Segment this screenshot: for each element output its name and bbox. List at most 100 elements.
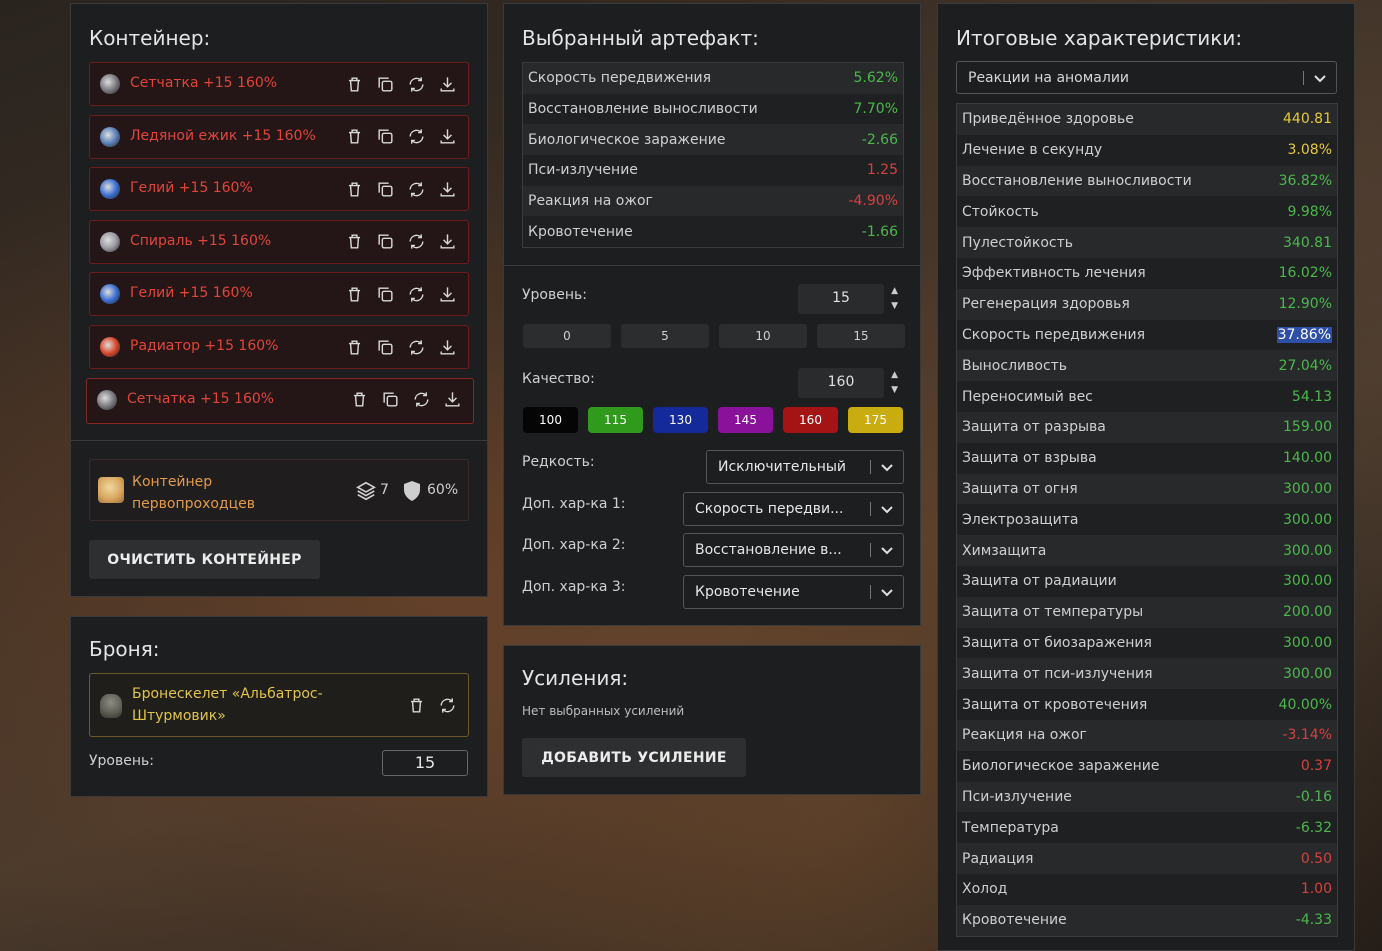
level-stepper[interactable]: 15 ▲ ▼ <box>798 284 898 314</box>
delete-icon[interactable] <box>343 283 365 305</box>
stat-value: 37.86% <box>1276 326 1332 343</box>
refresh-icon[interactable] <box>436 694 458 716</box>
quality-stepper[interactable]: 160 ▲ ▼ <box>798 368 898 398</box>
container-item[interactable]: Сетчатка +15 160% <box>86 377 474 424</box>
stepper-arrows-icon[interactable]: ▲ ▼ <box>891 368 898 398</box>
stat-value: 0.50 <box>1300 850 1332 867</box>
copy-icon[interactable] <box>374 178 396 200</box>
stepper-arrows-icon[interactable]: ▲ ▼ <box>891 284 898 314</box>
rarity-select[interactable]: Исключительный <box>706 450 904 484</box>
stat-value: 300.00 <box>1283 634 1332 651</box>
delete-icon[interactable] <box>348 389 370 411</box>
download-icon[interactable] <box>436 283 458 305</box>
delete-icon[interactable] <box>343 126 365 148</box>
armor-name: Бронескелет «Альбатрос-Штурмовик» <box>132 686 323 724</box>
extra3-select-value: Кровотечение <box>695 584 800 600</box>
refresh-icon[interactable] <box>405 283 427 305</box>
container-item-name: Радиатор +15 160% <box>130 338 279 354</box>
select-separator <box>1303 71 1304 85</box>
extra1-label: Доп. хар-ка 1: <box>522 496 626 512</box>
container-name: Контейнер первопроходцев <box>132 474 255 512</box>
refresh-icon[interactable] <box>405 73 427 95</box>
level-preset-button[interactable]: 15 <box>817 324 905 348</box>
container-title: Контейнер: <box>89 26 211 50</box>
select-separator <box>870 543 871 557</box>
refresh-icon[interactable] <box>405 126 427 148</box>
refresh-icon[interactable] <box>405 336 427 358</box>
armor-level-input[interactable]: 15 <box>382 750 468 776</box>
refresh-icon[interactable] <box>410 389 432 411</box>
delete-icon[interactable] <box>343 73 365 95</box>
stat-label: Защита от радиации <box>962 573 1117 590</box>
stat-value: 340.81 <box>1283 234 1332 251</box>
level-preset-button[interactable]: 0 <box>523 324 611 348</box>
stat-label: Эффективность лечения <box>962 265 1146 282</box>
extra3-select[interactable]: Кровотечение <box>683 575 904 609</box>
container-item[interactable]: Гелий +15 160% <box>89 167 469 212</box>
stat-label: Скорость передвижения <box>962 326 1145 343</box>
download-icon[interactable] <box>441 389 463 411</box>
stat-row: Стойкость 9.98% <box>957 196 1337 228</box>
quality-preset-button[interactable]: 100 <box>523 407 578 433</box>
container-item[interactable]: Ледяной ежик +15 160% <box>89 114 469 159</box>
quality-preset-button[interactable]: 130 <box>653 407 708 433</box>
container-item[interactable]: Радиатор +15 160% <box>89 325 469 369</box>
armor-item[interactable]: Бронескелет «Альбатрос-Штурмовик» <box>89 673 469 737</box>
totals-stats-table: Приведённое здоровье 440.81 Лечение в секу… <box>956 103 1338 937</box>
container-item[interactable]: Гелий +15 160% <box>89 272 469 317</box>
level-label: Уровень: <box>522 287 587 303</box>
download-icon[interactable] <box>436 231 458 253</box>
stat-row: Защита от биозаражения 300.00 <box>957 627 1337 659</box>
copy-icon[interactable] <box>374 336 396 358</box>
delete-icon[interactable] <box>405 694 427 716</box>
spiral-icon <box>100 231 120 252</box>
copy-icon[interactable] <box>374 231 396 253</box>
container-item[interactable]: Спираль +15 160% <box>89 219 469 264</box>
totals-filter-value: Реакции на аномалии <box>968 70 1130 86</box>
container-item-actions <box>343 126 458 148</box>
copy-icon[interactable] <box>374 283 396 305</box>
stat-row: Скорость передвижения 5.62% <box>523 63 903 94</box>
totals-filter-select[interactable]: Реакции на аномалии <box>956 61 1337 94</box>
stat-row: Скорость передвижения 37.86% <box>957 319 1337 351</box>
quality-preset-button[interactable]: 145 <box>718 407 773 433</box>
quality-preset-button[interactable]: 175 <box>848 407 903 433</box>
container-item[interactable]: Сетчатка +15 160% <box>89 62 469 106</box>
slots-count: 7 <box>380 482 389 498</box>
stat-row: Защита от радиации 300.00 <box>957 565 1337 597</box>
quality-presets: 100 115 130 145 160 175 <box>523 407 903 433</box>
totals-panel: Итоговые характеристики: Реакции на аном… <box>937 3 1355 951</box>
container-item-actions <box>343 283 458 305</box>
download-icon[interactable] <box>436 178 458 200</box>
stat-label: Температура <box>962 819 1059 836</box>
stat-label: Восстановление выносливости <box>528 101 758 118</box>
download-icon[interactable] <box>436 336 458 358</box>
delete-icon[interactable] <box>343 231 365 253</box>
chevron-down-icon <box>1314 72 1326 88</box>
quality-preset-button[interactable]: 160 <box>783 407 838 433</box>
extra1-select[interactable]: Скорость передви... <box>683 492 904 526</box>
delete-icon[interactable] <box>343 336 365 358</box>
refresh-icon[interactable] <box>405 178 427 200</box>
level-preset-button[interactable]: 10 <box>719 324 807 348</box>
extra2-select[interactable]: Восстановление в... <box>683 533 904 567</box>
stat-label: Восстановление выносливости <box>962 172 1192 189</box>
copy-icon[interactable] <box>374 73 396 95</box>
copy-icon[interactable] <box>379 389 401 411</box>
container-panel: Контейнер: Сетчатка +15 160% Ледяной ежик… <box>70 3 488 597</box>
download-icon[interactable] <box>436 126 458 148</box>
download-icon[interactable] <box>436 73 458 95</box>
container-item-actions <box>343 178 458 200</box>
clear-container-button[interactable]: ОЧИСТИТЬ КОНТЕЙНЕР <box>89 540 320 579</box>
stat-label: Защита от огня <box>962 480 1078 497</box>
quality-preset-button[interactable]: 115 <box>588 407 643 433</box>
stat-value: 7.70% <box>853 101 898 118</box>
add-boost-button[interactable]: ДОБАВИТЬ УСИЛЕНИЕ <box>522 738 746 777</box>
level-preset-button[interactable]: 5 <box>621 324 709 348</box>
totals-title: Итоговые характеристики: <box>956 26 1243 50</box>
refresh-icon[interactable] <box>405 231 427 253</box>
copy-icon[interactable] <box>374 126 396 148</box>
container-item-name: Ледяной ежик +15 160% <box>130 127 316 144</box>
delete-icon[interactable] <box>343 178 365 200</box>
container-info[interactable]: Контейнер первопроходцев 7 60% <box>89 459 469 521</box>
